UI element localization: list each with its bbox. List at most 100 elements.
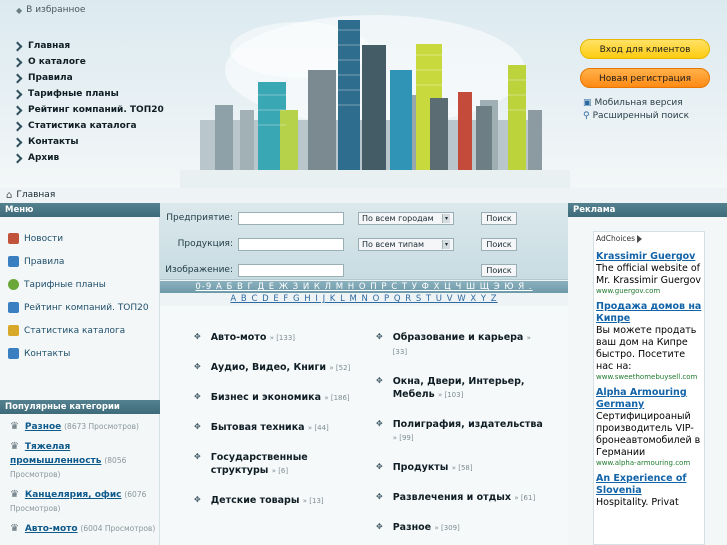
folder-icon: ♛ xyxy=(10,421,19,432)
category-item[interactable]: ✥ Бытовая техника » [44] xyxy=(194,421,354,435)
bullet-icon: ✥ xyxy=(376,492,383,501)
arrow-icon xyxy=(8,302,19,313)
alphabet-latin[interactable]: A B C D E F G H I J K L M N O P Q R S T … xyxy=(160,293,568,305)
chevron-down-icon: ▾ xyxy=(442,213,450,223)
category-item[interactable]: ✥ Окна, Двери, Интерьер, Мебель » [103] xyxy=(376,375,546,402)
adchoices-badge[interactable]: AdChoices xyxy=(594,232,704,245)
company-search-input[interactable] xyxy=(238,211,344,225)
sidebar-item-rules[interactable]: Правила xyxy=(0,250,159,273)
top-nav: Главная О каталоге Правила Тарифные план… xyxy=(12,38,164,166)
ad-item[interactable]: Krassimir Guergov The official website o… xyxy=(594,251,704,295)
sidebar-item-stats[interactable]: Статистика каталога xyxy=(0,319,159,342)
arrow-icon xyxy=(12,153,23,163)
folder-icon: ♛ xyxy=(10,441,19,452)
bullet-icon: ✥ xyxy=(194,392,201,401)
new-registration-button[interactable]: Новая регистрация xyxy=(580,68,710,88)
phone-icon: ▣ xyxy=(583,98,592,108)
newspaper-icon xyxy=(8,233,19,244)
ad-item[interactable]: Alpha Armouring Germany Сертифицироаный … xyxy=(594,387,704,467)
arrow-icon xyxy=(12,137,23,147)
sidebar-item-contacts[interactable]: Контакты xyxy=(0,342,159,365)
bullet-icon: ✥ xyxy=(194,422,201,431)
popular-item: ♛ Разное (8673 Просмотров) xyxy=(10,421,139,432)
favorites-link[interactable]: ◆ В избранное xyxy=(16,5,85,15)
category-item[interactable]: ✥ Продукты » [58] xyxy=(376,461,546,475)
folder-icon: ♛ xyxy=(10,523,19,534)
popular-categories-title: Популярные категории xyxy=(0,400,160,414)
arrow-icon xyxy=(12,121,23,131)
alphabet-index: 0-9 А Б В Г Д Е Ж З И К Л М Н О П Р С Т … xyxy=(160,281,568,305)
bullet-icon: ✥ xyxy=(376,462,383,471)
category-item[interactable]: ✥ Аудио, Видео, Книги » [52] xyxy=(194,361,354,375)
adchoices-icon xyxy=(637,234,643,243)
product-search-row: Продукция: По всем типам ▾ Поиск xyxy=(160,235,568,253)
sidebar-item-rating[interactable]: Рейтинг компаний. ТОП20 xyxy=(0,296,159,319)
company-search-button[interactable]: Поиск xyxy=(481,211,517,225)
ad-block: AdChoices Krassimir Guergov The official… xyxy=(593,231,705,545)
popular-item: ♛ Авто-мото (6004 Просмотров) xyxy=(10,523,156,534)
home-icon: ⌂ xyxy=(6,189,13,201)
bullet-icon: ✥ xyxy=(194,495,201,504)
type-select[interactable]: По всем типам ▾ xyxy=(358,237,454,251)
category-item[interactable]: ✥ Развлечения и отдых » [61] xyxy=(376,491,546,505)
arrow-icon xyxy=(12,73,23,83)
mobile-version-link[interactable]: ▣ Мобильная версия xyxy=(583,98,683,108)
arrow-icon xyxy=(12,89,23,99)
star-icon: ◆ xyxy=(16,5,23,15)
folder-icon: ♛ xyxy=(10,489,19,500)
breadcrumb: ⌂ Главная xyxy=(6,188,55,202)
category-item[interactable]: ✥ Государственные структуры » [6] xyxy=(194,451,354,478)
search-panel: Предприятие: По всем городам ▾ Поиск Прод… xyxy=(160,203,568,280)
header: ◆ В избранное Главная О каталоге Правила… xyxy=(0,0,727,188)
image-search-button[interactable]: Поиск xyxy=(481,263,517,277)
sidebar-item-news[interactable]: Новости xyxy=(0,227,159,250)
bullet-icon: ✥ xyxy=(194,362,201,371)
image-search-row: Изображение: Поиск xyxy=(160,261,568,279)
nav-item-rules[interactable]: Правила xyxy=(12,70,164,86)
sidebar-item-plans[interactable]: Тарифные планы xyxy=(0,273,159,296)
nav-item-rating[interactable]: Рейтинг компаний. ТОП20 xyxy=(12,102,164,118)
nav-item-main[interactable]: Главная xyxy=(12,38,164,54)
ad-item[interactable]: An Experience of Slovenia Hospitality. P… xyxy=(594,473,704,509)
ads-sidebar: AdChoices Krassimir Guergov The official… xyxy=(568,217,727,545)
nav-item-contacts[interactable]: Контакты xyxy=(12,134,164,150)
bullet-icon: ✥ xyxy=(194,452,201,461)
product-search-input[interactable] xyxy=(238,237,344,251)
bullet-icon: ✥ xyxy=(376,376,383,385)
ads-title: Реклама xyxy=(568,203,727,217)
arrow-icon xyxy=(12,105,23,115)
popular-categories-list: ♛ Разное (8673 Просмотров) ♛ Тяжелая про… xyxy=(0,420,160,542)
client-login-button[interactable]: Вход для клиентов xyxy=(580,39,710,59)
bullet-icon: ✥ xyxy=(376,332,383,341)
advanced-search-link[interactable]: ⚲ Расширенный поиск xyxy=(583,111,689,121)
image-search-input[interactable] xyxy=(238,263,344,277)
city-select[interactable]: По всем городам ▾ xyxy=(358,211,454,225)
bullet-icon: ✥ xyxy=(194,332,201,341)
nav-item-about[interactable]: О каталоге xyxy=(12,54,164,70)
category-item[interactable]: ✥ Разное » [309] xyxy=(376,521,546,535)
category-item[interactable]: ✥ Детские товары » [13] xyxy=(194,494,354,508)
breadcrumb-home[interactable]: Главная xyxy=(16,190,55,200)
alphabet-cyrillic[interactable]: 0-9 А Б В Г Д Е Ж З И К Л М Н О П Р С Т … xyxy=(160,281,568,293)
users-icon xyxy=(8,325,19,336)
bullet-icon: ✥ xyxy=(376,419,383,428)
product-search-button[interactable]: Поиск xyxy=(481,237,517,251)
sidebar-menu: Новости Правила Тарифные планы Рейтинг к… xyxy=(0,227,159,365)
nav-item-archive[interactable]: Архив xyxy=(12,150,164,166)
categories-left-column: ✥ Авто-мото » [133] ✥ Аудио, Видео, Книги … xyxy=(194,331,354,524)
categories-panel: ✥ Авто-мото » [133] ✥ Аудио, Видео, Книги … xyxy=(160,306,568,545)
ad-item[interactable]: Продажа домов на Кипре Вы можете продать… xyxy=(594,301,704,381)
nav-item-stats[interactable]: Статистика каталога xyxy=(12,118,164,134)
nav-item-plans[interactable]: Тарифные планы xyxy=(12,86,164,102)
contact-card-icon xyxy=(8,348,19,359)
company-search-row: Предприятие: По всем городам ▾ Поиск xyxy=(160,209,568,227)
category-item[interactable]: ✥ Образование и карьера » [33] xyxy=(376,331,546,359)
arrow-icon xyxy=(12,57,23,67)
leaf-icon xyxy=(8,279,19,290)
category-item[interactable]: ✥ Авто-мото » [133] xyxy=(194,331,354,345)
popular-item: ♛ Тяжелая промышленность (8056 Просмотро… xyxy=(10,441,127,479)
category-item[interactable]: ✥ Полиграфия, издательства » [99] xyxy=(376,418,546,445)
magnifier-icon: ⚲ xyxy=(583,111,590,121)
category-item[interactable]: ✥ Бизнес и экономика » [186] xyxy=(194,391,354,405)
popular-item: ♛ Канцелярия, офис (6076 Просмотров) xyxy=(10,489,147,513)
